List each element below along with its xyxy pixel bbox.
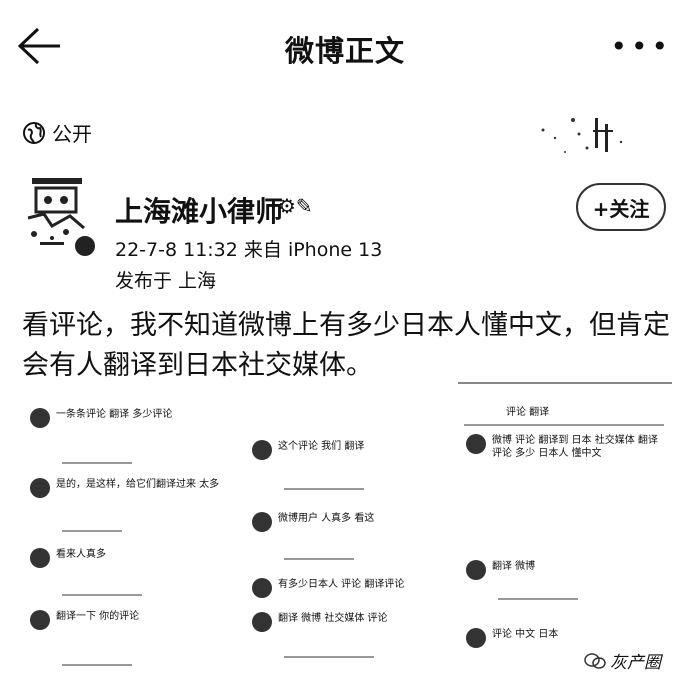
list-item: 评论 中文 日本 [466, 628, 558, 648]
watermark: 灰产圈 [584, 648, 661, 673]
post-images: 一条条评论 翻译 多少评论 是的，是这样，给它们翻译过来 太多 看来人真多 翻译… [22, 382, 672, 692]
avatar [252, 578, 272, 598]
post-image-1[interactable]: 一条条评论 翻译 多少评论 是的，是这样，给它们翻译过来 太多 看来人真多 翻译… [22, 382, 227, 690]
list-item: 翻译 微博 [466, 560, 535, 580]
avatar [30, 408, 50, 428]
avatar [252, 512, 272, 532]
avatar [30, 548, 50, 568]
chat-bubble-icon [584, 652, 606, 669]
divider [62, 594, 142, 596]
comment-text: 是的，是这样，给它们翻译过来 太多 [56, 479, 220, 490]
comment-text: 有多少日本人 评论 翻译评论 [278, 579, 405, 590]
divider [284, 488, 364, 490]
comment-text: 微博用户 人真多 看这 [278, 513, 375, 524]
comment-text: 翻译 微博 [492, 561, 536, 572]
comment-text: 这个评论 我们 翻译 [278, 441, 365, 452]
avatar [30, 610, 50, 630]
comment-text: 翻译 微博 社交媒体 评论 [278, 613, 388, 624]
list-item: 一条条评论 翻译 多少评论 [30, 408, 172, 428]
divider [62, 664, 132, 666]
follow-button[interactable]: +关注 [576, 183, 666, 231]
author-badges-icon: ⚙✎ [278, 194, 313, 218]
comment-text: 翻译一下 你的评论 [56, 611, 140, 622]
avatar [30, 478, 50, 498]
divider [464, 424, 664, 426]
list-item: 这个评论 我们 翻译 [252, 440, 364, 460]
avatar [252, 612, 272, 632]
verified-badge [73, 234, 97, 258]
post-location: 发布于 上海 [115, 270, 217, 292]
comment-text: 看来人真多 [56, 549, 106, 560]
more-options-icon[interactable]: ••• [610, 30, 672, 63]
list-item: 翻译 微博 社交媒体 评论 [252, 612, 388, 632]
list-item: 有多少日本人 评论 翻译评论 [252, 578, 404, 598]
top-bar: 微博正文 ••• [0, 0, 690, 95]
divider [62, 530, 122, 532]
avatar [466, 628, 486, 648]
page-title: 微博正文 [284, 34, 405, 68]
post-image-2[interactable]: 这个评论 我们 翻译 微博用户 人真多 看这 有多少日本人 评论 翻译评论 翻译… [244, 382, 449, 690]
avatar [466, 434, 486, 454]
avatar [252, 440, 272, 460]
list-item: 翻译一下 你的评论 [30, 610, 139, 630]
image-header: 评论 翻译 [506, 407, 550, 418]
divider [284, 656, 374, 658]
list-item: 微博用户 人真多 看这 [252, 512, 374, 532]
author-name[interactable]: 上海滩小律师 [115, 190, 283, 230]
visibility-indicator: 公开 [22, 118, 92, 147]
comment-text: 评论 中文 日本 [492, 629, 559, 640]
list-item: 看来人真多 [30, 548, 106, 568]
comment-text: 微博 评论 翻译到 日本 社交媒体 翻译 评论 多少 日本人 懂中文 [492, 435, 658, 459]
post-meta: 22-7-8 11:32 来自 iPhone 13 [115, 239, 383, 261]
watermark-text: 灰产圈 [610, 653, 661, 673]
divider [62, 462, 132, 464]
divider [498, 598, 578, 600]
globe-icon [23, 121, 45, 144]
divider [284, 558, 354, 560]
list-item: 是的，是这样，给它们翻译过来 太多 [30, 478, 219, 498]
post-text: 看评论，我不知道微博上有多少日本人懂中文，但肯定会有人翻译到日本社交媒体。 [22, 310, 670, 381]
list-item: 微博 评论 翻译到 日本 社交媒体 翻译 评论 多少 日本人 懂中文 [466, 434, 662, 460]
comment-text: 一条条评论 翻译 多少评论 [56, 409, 173, 420]
avatar [466, 560, 486, 580]
image-noise [541, 118, 623, 153]
post-image-3[interactable]: 评论 翻译 微博 评论 翻译到 日本 社交媒体 翻译 评论 多少 日本人 懂中文… [458, 382, 672, 692]
visibility-label: 公开 [52, 122, 92, 146]
